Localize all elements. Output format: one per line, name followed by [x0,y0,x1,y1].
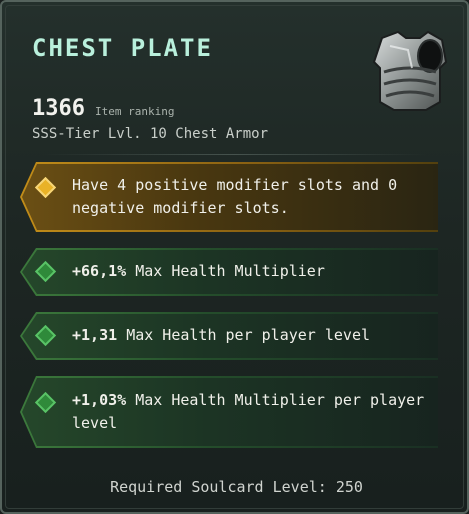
modifier-value: +1,03% [72,391,127,409]
modifier-line: +66,1% Max Health Multiplier [72,260,426,283]
chest-armor-icon [372,30,448,111]
item-ranking: 1366 Item ranking [32,96,174,121]
modifier-slot-rule: Have 4 positive modifier slots and 0 neg… [20,162,438,232]
header-divider [42,154,427,155]
modifier-max-health-multiplier-per-level: +1,03% Max Health Multiplier per player … [20,376,438,448]
modifier-value: +66,1% [72,262,127,280]
modifier-max-health-multiplier: +66,1% Max Health Multiplier [20,248,438,296]
modifier-text: Max Health per player level [126,326,371,344]
item-title: CHEST PLATE [32,34,213,62]
modifier-text: Have 4 positive modifier slots and 0 neg… [72,176,398,217]
modifier-value: +1,31 [72,326,118,344]
modifier-max-health-per-level: +1,31 Max Health per player level [20,312,438,360]
modifier-line: +1,31 Max Health per player level [72,324,426,347]
ranking-value: 1366 [32,96,85,121]
item-tooltip-panel: CHEST PLATE 1366 Item ranking SSS-Tier L… [0,0,469,514]
modifier-text: Max Health Multiplier [135,262,325,280]
required-level: Required Soulcard Level: 250 [110,478,363,496]
ranking-label: Item ranking [94,105,175,118]
item-subtitle: SSS-Tier Lvl. 10 Chest Armor [32,126,269,142]
modifier-line: +1,03% Max Health Multiplier per player … [72,389,426,435]
